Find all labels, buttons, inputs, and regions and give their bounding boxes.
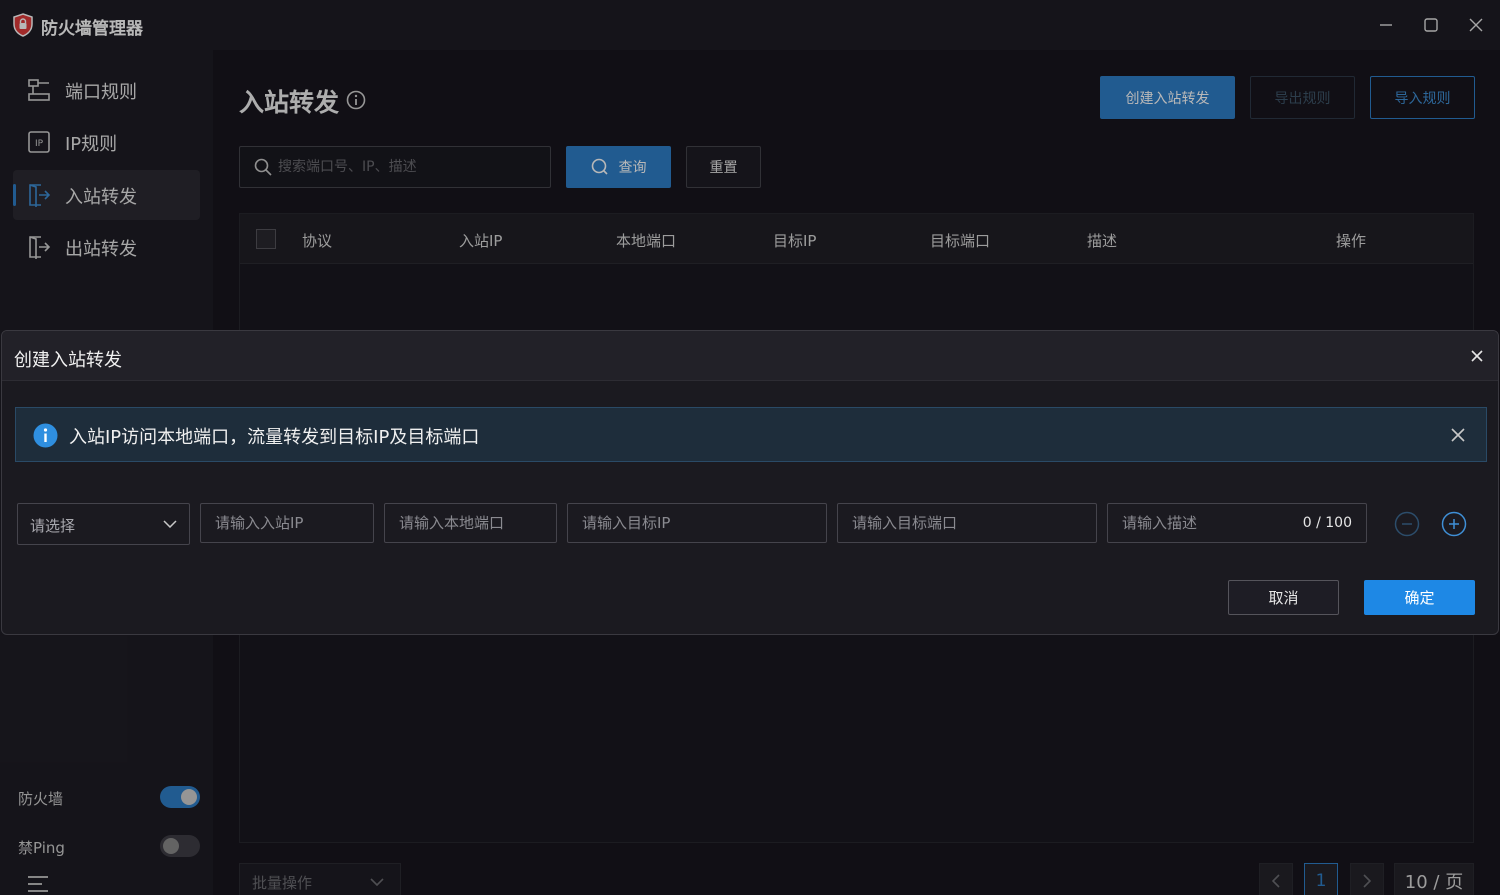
info-icon [33, 423, 58, 448]
inbound-ip-field[interactable] [200, 503, 374, 543]
info-alert: 入站IP访问本地端口，流量转发到目标IP及目标端口 [15, 407, 1487, 462]
close-icon[interactable] [1450, 427, 1466, 443]
description-counter: 0 / 100 [1302, 515, 1352, 531]
alert-message: 入站IP访问本地端口，流量转发到目标IP及目标端口 [69, 427, 480, 448]
description-field[interactable]: 0 / 100 [1107, 503, 1367, 543]
dialog-header: 创建入站转发 [2, 331, 1498, 381]
dialog-title: 创建入站转发 [14, 350, 122, 371]
target-ip-field[interactable] [567, 503, 827, 543]
close-icon[interactable] [1468, 347, 1486, 365]
create-inbound-forward-dialog: 创建入站转发 入站IP访问本地端口，流量转发到目标IP及目标端口 请选择 0 /… [1, 330, 1499, 635]
local-port-field[interactable] [384, 503, 557, 543]
protocol-select-value: 请选择 [30, 517, 76, 535]
confirm-button[interactable]: 确定 [1364, 580, 1475, 615]
description-input[interactable] [1122, 504, 1302, 542]
remove-row-icon[interactable] [1394, 511, 1420, 537]
target-port-input[interactable] [852, 504, 1087, 542]
inbound-ip-input[interactable] [215, 504, 365, 542]
target-ip-input[interactable] [582, 504, 817, 542]
cancel-button[interactable]: 取消 [1228, 580, 1339, 615]
target-port-field[interactable] [837, 503, 1097, 543]
local-port-input[interactable] [399, 504, 549, 542]
chevron-down-icon [163, 520, 177, 528]
protocol-select[interactable]: 请选择 [17, 503, 190, 545]
add-row-icon[interactable] [1441, 511, 1467, 537]
